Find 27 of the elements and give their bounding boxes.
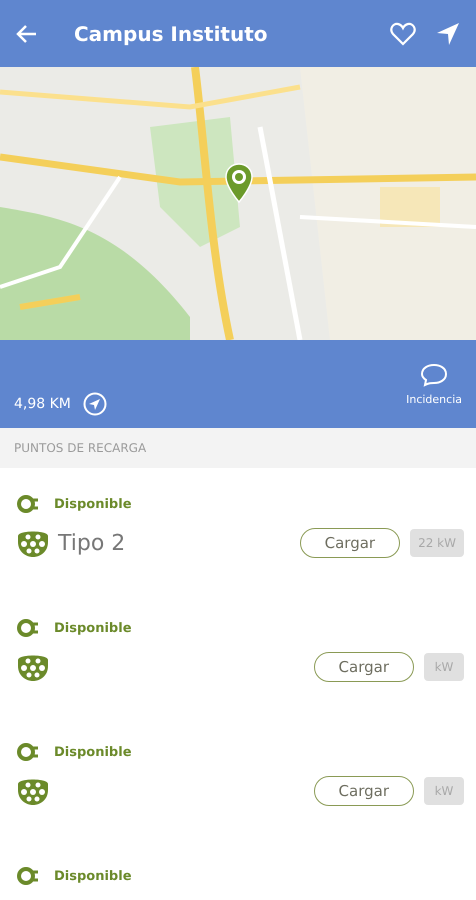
back-arrow-icon <box>16 24 38 44</box>
power-badge: kW <box>424 777 464 805</box>
plug-icon <box>16 618 40 638</box>
charge-button[interactable]: Cargar <box>314 776 414 806</box>
speech-bubble-icon <box>420 363 448 389</box>
plug-icon <box>16 494 40 514</box>
charge-button[interactable]: Cargar <box>300 528 400 558</box>
plug-icon <box>16 742 40 762</box>
favorite-button[interactable] <box>390 22 416 46</box>
status-label: Disponible <box>54 620 132 636</box>
status-label: Disponible <box>54 744 132 760</box>
power-badge: kW <box>424 653 464 681</box>
status-label: Disponible <box>54 868 132 884</box>
navigation-arrow-icon <box>436 22 460 46</box>
heart-icon <box>390 22 416 46</box>
power-badge: 22 kW <box>410 529 464 557</box>
status-label: Disponible <box>54 496 132 512</box>
page-title: Campus Instituto <box>74 22 269 46</box>
charge-button[interactable]: Cargar <box>314 652 414 682</box>
navigate-button[interactable] <box>436 22 460 46</box>
back-button[interactable] <box>16 24 38 44</box>
distance-label: 4,98 KM <box>14 396 71 412</box>
connector-name: Tipo 2 <box>58 530 126 556</box>
plug-icon <box>16 866 40 886</box>
section-title: PUNTOS DE RECARGA <box>14 441 146 455</box>
report-button[interactable]: Incidencia <box>406 363 462 406</box>
map-pin-icon <box>224 163 254 203</box>
